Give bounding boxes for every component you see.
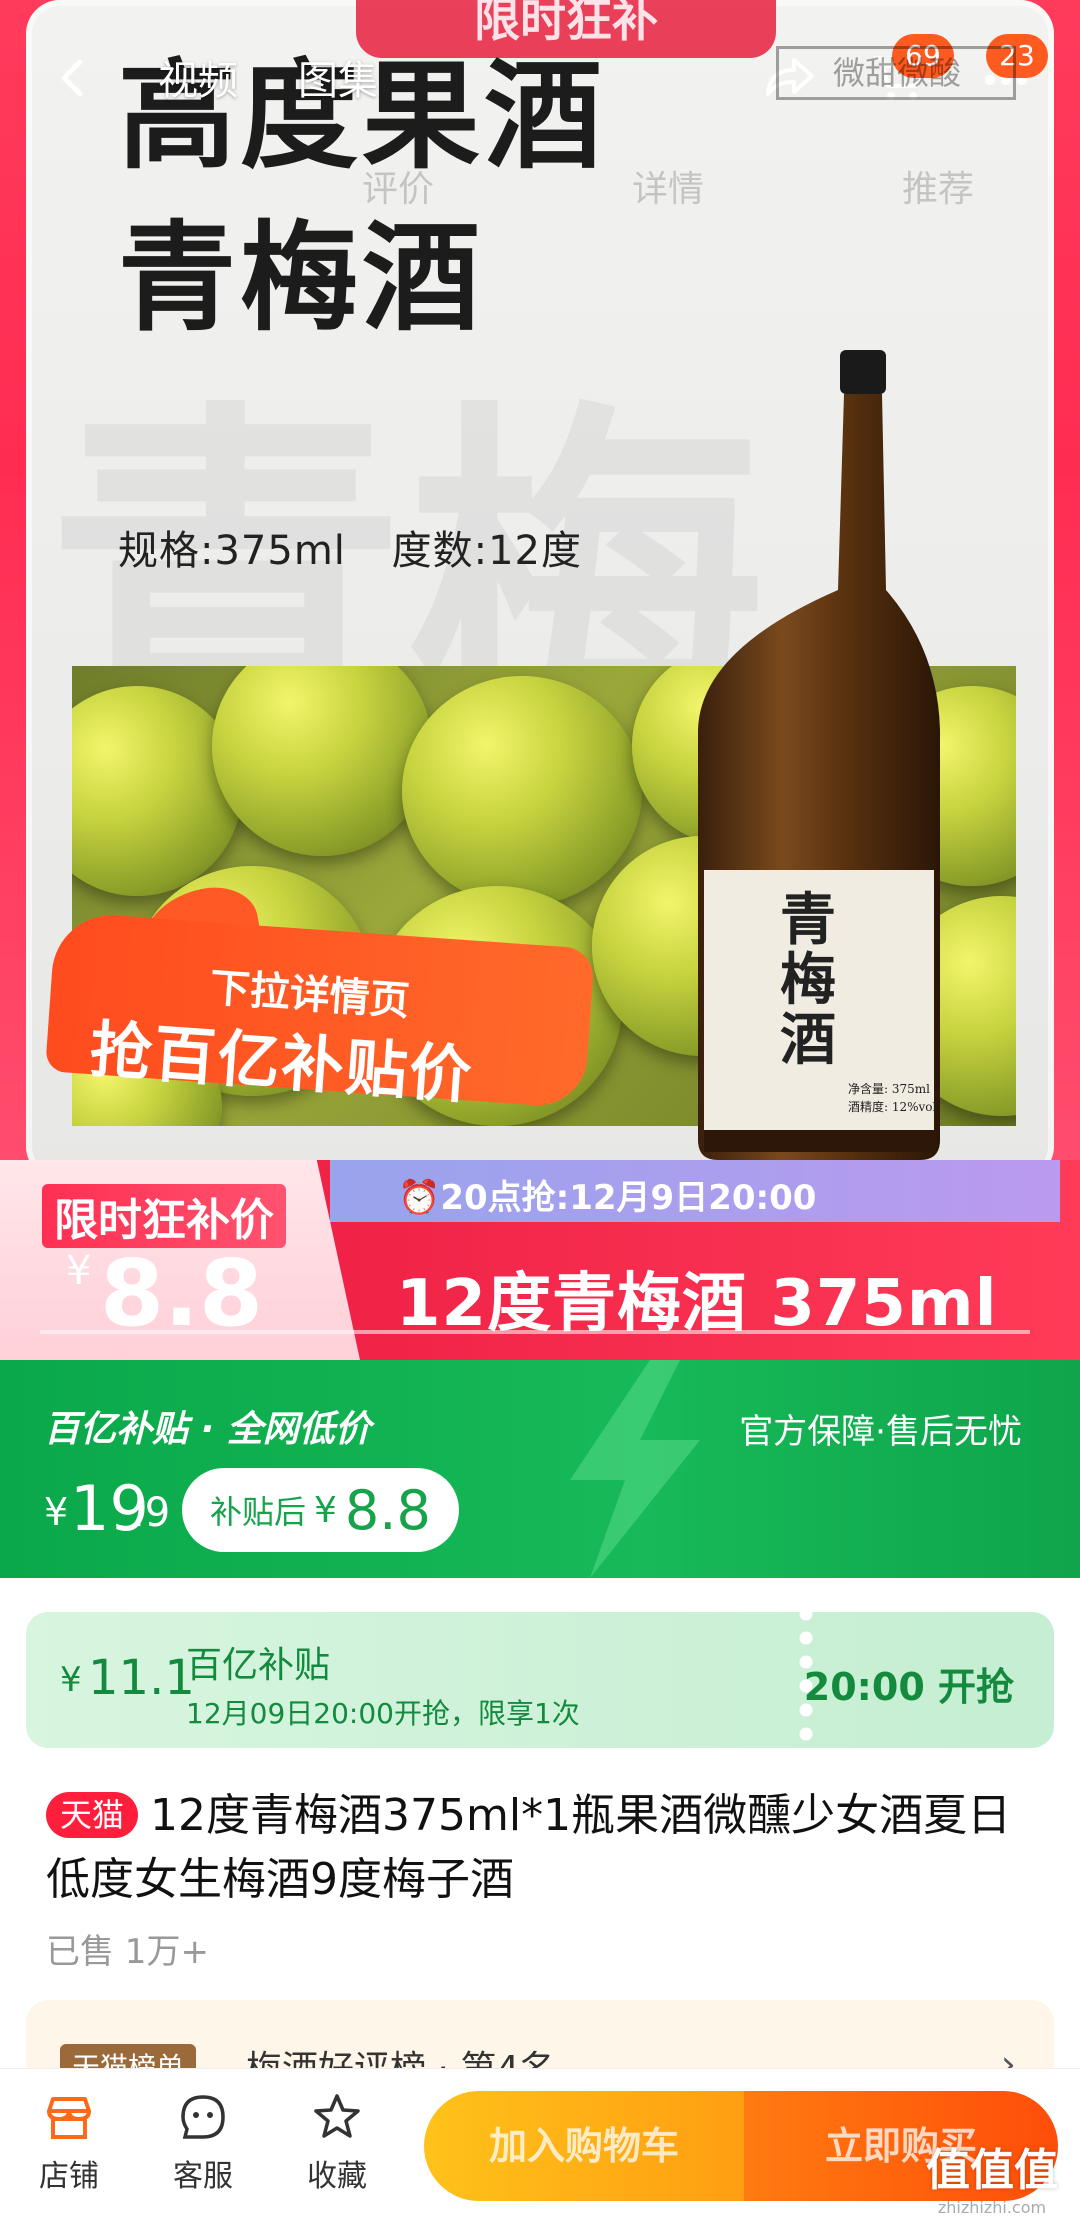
coupon-start-time: 20:00 开抢 [803, 1665, 1014, 1709]
customer-service-button[interactable]: 客服 [148, 2091, 258, 2195]
chevron-left-icon [61, 59, 83, 97]
tab-gallery[interactable]: 图集 [298, 48, 378, 106]
bottle-label-title: 青梅酒 [780, 887, 836, 1073]
watermark-brand: 值值值 [926, 2145, 1058, 2196]
faded-share-label: 微甜微酸 [776, 46, 1016, 100]
after-subsidy-label: 补贴后 [210, 1493, 307, 1531]
back-button[interactable] [52, 48, 92, 108]
store-label: 店铺 [39, 2159, 99, 2194]
watermark-url: zhizhizhi.com [937, 2198, 1047, 2217]
subsidy-title: 百亿补贴 · 全网低价 [44, 1409, 371, 1450]
top-navigation: 视频 图集 69 23 微甜微酸 [0, 30, 1080, 130]
bottle-label-volume: 净含量: 375ml [848, 1082, 930, 1096]
after-subsidy-currency: ¥ [314, 1489, 337, 1531]
subsidy-coupon[interactable]: ¥ 11.1 百亿补贴 12月09日20:00开抢，限享1次 20:00 开抢 [26, 1612, 1054, 1748]
product-title: 天猫 12度青梅酒375ml*1瓶果酒微醺少女酒夏日低度女生梅酒9度梅子酒 [46, 1784, 1026, 1912]
coupon-value: 11.1 [88, 1650, 195, 1706]
coupon-title: 百亿补贴 [186, 1645, 331, 1686]
lightning-icon [570, 1360, 700, 1578]
after-subsidy-pill: 补贴后 ¥ 8.8 [182, 1468, 459, 1552]
original-price-currency: ¥ [44, 1490, 69, 1534]
store-button[interactable]: 店铺 [14, 2091, 124, 2195]
spec-abv: 度数:12度 [391, 528, 582, 574]
coupon-currency: ¥ [60, 1660, 82, 1700]
faded-subtab-reviews: 评价 [362, 169, 435, 210]
bottom-action-bar: 店铺 客服 收藏 加入购物车 立即购买 [0, 2068, 1080, 2219]
flash-price-title: 限时狂补价 [42, 1184, 286, 1248]
original-price-dec: .9 [132, 1490, 171, 1536]
product-title-text: 12度青梅酒375ml*1瓶果酒微醺少女酒夏日低度女生梅酒9度梅子酒 [46, 1790, 1012, 1905]
tab-video[interactable]: 视频 [158, 48, 238, 106]
product-image-gallery[interactable]: 限时狂补 青梅 高度果酒 青梅酒 评价 详情 推荐 规格:375ml 度数:12… [0, 0, 1080, 1160]
faded-subtab-recommend: 推荐 [902, 169, 975, 210]
chat-face-icon [181, 2095, 225, 2139]
sold-count: 已售 1万+ [46, 1932, 209, 1972]
bottle-label-abv: 酒精度: 12%vol [848, 1100, 937, 1114]
flash-price-currency: ¥ [66, 1248, 92, 1294]
service-label: 客服 [173, 2159, 233, 2194]
store-icon [47, 2097, 91, 2139]
product-spec: 规格:375ml 度数:12度 [118, 518, 614, 576]
coupon-subtitle: 12月09日20:00开抢，限享1次 [186, 1697, 580, 1730]
subsidy-banner: 百亿补贴 · 全网低价 官方保障·售后无忧 ¥ 19 .9 补贴后 ¥ 8.8 [0, 1360, 1080, 1578]
star-icon [314, 2094, 360, 2138]
favorite-label: 收藏 [307, 2159, 367, 2194]
flash-sale-time: ⏰20点抢:12月9日20:00 [398, 1178, 817, 1218]
product-info-card: ¥ 11.1 百亿补贴 12月09日20:00开抢，限享1次 20:00 开抢 … [0, 1578, 1080, 2100]
faded-subtab-details: 详情 [632, 169, 705, 210]
pull-down-promo-badge: 下拉详情页 抢百亿补贴价 [45, 880, 595, 1112]
spec-volume: 规格:375ml [118, 528, 346, 574]
flash-price-banner: ⏰20点抢:12月9日20:00 限时狂补价 ¥ 8.8 12度青梅酒 375m… [0, 1160, 1080, 1360]
add-to-cart-button[interactable]: 加入购物车 [424, 2091, 744, 2201]
tmall-badge: 天猫 [46, 1792, 139, 1838]
favorite-button[interactable]: 收藏 [282, 2091, 392, 2195]
wine-bottle-image: 青梅酒 净含量: 375ml 酒精度: 12%vol [688, 350, 948, 1160]
after-subsidy-price: 8.8 [344, 1478, 431, 1542]
site-watermark: 值值值 zhizhizhi.com [926, 2134, 1058, 2217]
subsidy-guarantee: 官方保障·售后无忧 [739, 1412, 1022, 1452]
